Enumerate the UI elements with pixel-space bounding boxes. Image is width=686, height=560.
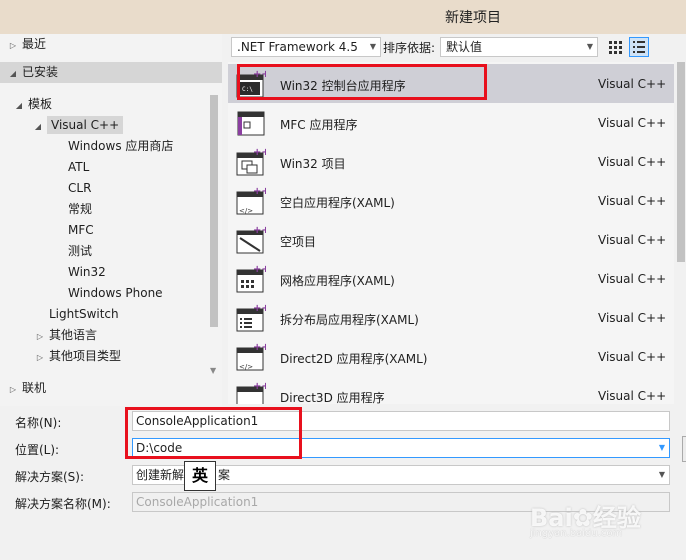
svg-text:</>: </>: [239, 363, 253, 371]
expand-arrow-icon[interactable]: ▷: [8, 35, 18, 56]
empty-project-icon: ++: [236, 225, 266, 254]
template-row[interactable]: ++ 空项目 Visual C++: [228, 220, 674, 259]
direct3d-app-icon: ++: [236, 381, 266, 404]
dropdown-arrow-icon: ▼: [658, 470, 665, 479]
highlight-box-template: [237, 64, 487, 100]
watermark-logo: Bai✿经验 jingyan.baidu.com: [530, 504, 641, 539]
title-bar: 新建项目: [0, 0, 686, 34]
template-row[interactable]: </> ++ Direct2D 应用程序(XAML) Visual C++: [228, 337, 674, 376]
collapse-arrow-icon[interactable]: ◢: [14, 95, 24, 116]
window-title: 新建项目: [445, 10, 501, 26]
svg-text:++: ++: [253, 186, 266, 197]
template-row[interactable]: MFC 应用程序 Visual C++: [228, 103, 674, 142]
template-row[interactable]: ++ 拆分布局应用程序(XAML) Visual C++: [228, 298, 674, 337]
expand-arrow-icon[interactable]: ▷: [8, 379, 18, 400]
solution-name-label: 解决方案名称(M):: [15, 497, 111, 511]
list-view-button[interactable]: [629, 37, 649, 57]
template-row[interactable]: </> ++ 空白应用程序(XAML) Visual C++: [228, 181, 674, 220]
tree-item-online[interactable]: ▷ 联机: [8, 378, 230, 399]
tree-item-installed[interactable]: ◢ 已安装: [0, 62, 222, 83]
tree-item-atl[interactable]: ATL: [68, 157, 89, 178]
tree-item-recent[interactable]: ▷ 最近: [8, 34, 230, 55]
svg-text:++: ++: [253, 381, 266, 392]
svg-text:++: ++: [253, 303, 266, 314]
blank-app-icon: </> ++: [236, 186, 266, 215]
small-icons-view-button[interactable]: [605, 37, 625, 57]
framework-select[interactable]: .NET Framework 4.5 ▼: [231, 37, 381, 57]
tree-scrollbar[interactable]: ▼: [208, 95, 220, 375]
svg-text:</>: </>: [239, 207, 253, 215]
tree-item-mfc[interactable]: MFC: [68, 220, 94, 241]
ime-indicator: 英: [184, 461, 216, 491]
template-tree: ▷ 最近 ◢ 已安装 ◢ 模板 ◢ Visual C++ Windows 应用商店 AT…: [0, 34, 222, 406]
dropdown-arrow-icon: ▼: [586, 42, 593, 51]
template-row[interactable]: ++ Direct3D 应用程序 Visual C++: [228, 376, 674, 404]
tree-item-lightswitch[interactable]: LightSwitch: [49, 304, 119, 325]
dropdown-arrow-icon: ▼: [369, 42, 376, 51]
solution-label: 解决方案(S):: [15, 470, 85, 484]
expand-arrow-icon[interactable]: ▷: [35, 347, 45, 368]
location-label: 位置(L):: [15, 443, 60, 457]
tree-item-visual-cpp[interactable]: ◢ Visual C++: [33, 115, 124, 137]
tree-item-clr[interactable]: CLR: [68, 178, 91, 199]
tree-item-windows-phone[interactable]: Windows Phone: [68, 283, 163, 304]
highlight-box-name-location: [125, 407, 302, 459]
grid-app-icon: ++: [236, 264, 266, 293]
template-list-scroll-thumb[interactable]: [677, 62, 685, 262]
list-view-icon: [633, 41, 645, 53]
grid-view-icon: [609, 41, 622, 54]
sort-label: 排序依据:: [383, 41, 436, 55]
split-app-icon: ++: [236, 303, 266, 332]
template-list-scrollbar[interactable]: [676, 62, 686, 404]
tree-item-win32[interactable]: Win32: [68, 262, 106, 283]
scroll-down-arrow-icon[interactable]: ▼: [210, 366, 216, 375]
svg-text:++: ++: [253, 342, 266, 353]
tree-item-windows-store[interactable]: Windows 应用商店: [68, 136, 173, 157]
dropdown-arrow-icon[interactable]: ▼: [659, 439, 665, 457]
template-list: C:\ ++ Win32 控制台应用程序 Visual C++ MFC 应用程序…: [228, 62, 674, 404]
direct2d-app-icon: </> ++: [236, 342, 266, 371]
mfc-app-icon: [237, 111, 265, 136]
collapse-arrow-icon[interactable]: ◢: [8, 63, 18, 84]
tree-item-other-languages[interactable]: ▷ 其他语言: [35, 325, 97, 346]
tree-item-other-project-types[interactable]: ▷ 其他项目类型: [35, 346, 121, 367]
svg-text:++: ++: [253, 264, 266, 275]
svg-text:++: ++: [253, 225, 266, 236]
tree-item-templates[interactable]: ◢ 模板: [14, 94, 52, 115]
expand-arrow-icon[interactable]: ▷: [35, 326, 45, 347]
tree-item-test[interactable]: 测试: [68, 241, 92, 262]
tree-scroll-thumb[interactable]: [210, 95, 218, 327]
sort-select[interactable]: 默认值 ▼: [440, 37, 598, 57]
collapse-arrow-icon[interactable]: ◢: [33, 116, 43, 137]
template-row[interactable]: ++ Win32 项目 Visual C++: [228, 142, 674, 181]
template-toolbar: .NET Framework 4.5 ▼ 排序依据: 默认值 ▼: [228, 36, 686, 58]
tree-item-general[interactable]: 常规: [68, 199, 92, 220]
svg-text:++: ++: [253, 147, 266, 158]
browse-button[interactable]: [682, 436, 686, 462]
template-row[interactable]: ++ 网格应用程序(XAML) Visual C++: [228, 259, 674, 298]
name-label: 名称(N):: [15, 416, 62, 430]
win32-project-icon: ++: [236, 147, 266, 176]
